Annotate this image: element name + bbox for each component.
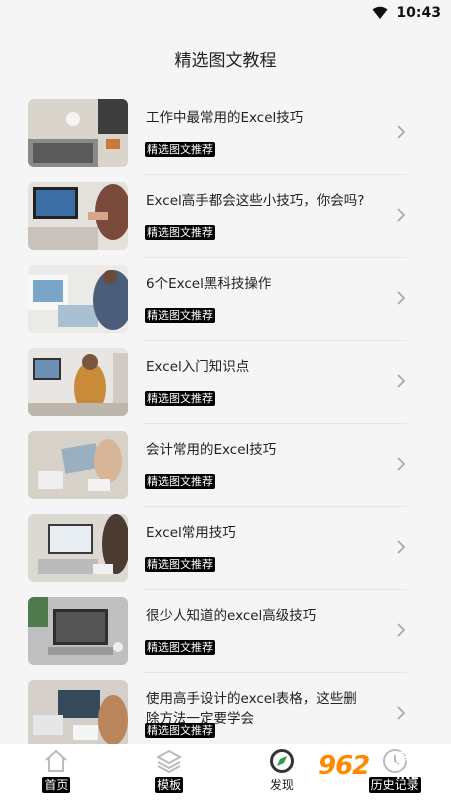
chevron-right-icon <box>397 540 405 554</box>
article-list: 工作中最常用的Excel技巧 精选图文推荐 Excel高手都会这些小技巧，你会吗… <box>0 92 451 756</box>
recommend-tag: 精选图文推荐 <box>145 142 215 157</box>
status-bar: 10:43 <box>0 0 451 26</box>
page-title: 精选图文教程 <box>174 51 277 71</box>
article-title: Excel入门知识点 <box>146 359 250 375</box>
discover-icon <box>269 749 294 773</box>
chevron-right-icon <box>397 291 405 305</box>
chevron-right-icon <box>397 208 405 222</box>
article-title: Excel高手都会这些小技巧，你会吗? <box>146 193 365 209</box>
article-title: 很少人知道的excel高级技巧 <box>146 608 317 624</box>
layers-icon <box>156 749 183 774</box>
list-item[interactable]: Excel常用技巧 精选图文推荐 <box>0 507 451 590</box>
list-item[interactable]: 很少人知道的excel高级技巧 精选图文推荐 <box>0 590 451 673</box>
recommend-tag: 精选图文推荐 <box>145 225 215 240</box>
chevron-right-icon <box>397 706 405 720</box>
article-thumbnail <box>28 597 128 665</box>
article-title: 会计常用的Excel技巧 <box>146 442 277 458</box>
recommend-tag: 精选图文推荐 <box>145 640 215 655</box>
article-title: 工作中最常用的Excel技巧 <box>146 110 304 126</box>
article-thumbnail <box>28 514 128 582</box>
article-title: 6个Excel黑科技操作 <box>146 276 272 292</box>
article-thumbnail <box>28 431 128 499</box>
tab-discover[interactable]: 发现 <box>237 744 327 793</box>
article-thumbnail <box>28 348 128 416</box>
recommend-tag: 精选图文推荐 <box>145 557 215 572</box>
chevron-right-icon <box>397 623 405 637</box>
list-item[interactable]: 会计常用的Excel技巧 精选图文推荐 <box>0 424 451 507</box>
article-thumbnail <box>28 182 128 250</box>
chevron-right-icon <box>397 125 405 139</box>
article-title: Excel常用技巧 <box>146 525 236 541</box>
wifi-icon <box>372 6 388 19</box>
home-icon <box>45 749 68 772</box>
chevron-right-icon <box>397 457 405 471</box>
tab-label: 模板 <box>155 777 184 793</box>
list-item[interactable]: 工作中最常用的Excel技巧 精选图文推荐 <box>0 92 451 175</box>
article-thumbnail <box>28 680 128 748</box>
list-item[interactable]: Excel高手都会这些小技巧，你会吗? 精选图文推荐 <box>0 175 451 258</box>
article-thumbnail <box>28 265 128 333</box>
list-item[interactable]: Excel入门知识点 精选图文推荐 <box>0 341 451 424</box>
recommend-tag: 精选图文推荐 <box>145 723 215 738</box>
watermark-text: 962 <box>318 751 370 781</box>
watermark-sub: 乐游网 <box>396 751 438 767</box>
watermark-logo: 962 乐游网 .NET <box>318 746 446 786</box>
tab-templates[interactable]: 模板 <box>124 744 214 793</box>
article-thumbnail <box>28 99 128 167</box>
tab-label: 首页 <box>42 777 71 793</box>
recommend-tag: 精选图文推荐 <box>145 308 215 323</box>
tab-label: 发现 <box>269 778 294 792</box>
tab-home[interactable]: 首页 <box>11 744 101 793</box>
recommend-tag: 精选图文推荐 <box>145 391 215 406</box>
chevron-right-icon <box>397 374 405 388</box>
list-item[interactable]: 6个Excel黑科技操作 精选图文推荐 <box>0 258 451 341</box>
status-time: 10:43 <box>396 5 441 21</box>
recommend-tag: 精选图文推荐 <box>145 474 215 489</box>
watermark-sub2: .NET <box>396 768 427 782</box>
